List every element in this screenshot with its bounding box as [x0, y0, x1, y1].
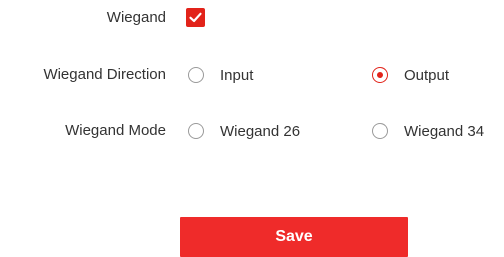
wiegand-direction-label: Wiegand Direction — [43, 66, 166, 83]
radio-circle-icon — [188, 67, 204, 83]
mode-wiegand34-radio[interactable]: Wiegand 34 — [372, 120, 484, 142]
wiegand-label: Wiegand — [106, 9, 166, 26]
direction-input-label: Input — [220, 66, 254, 84]
direction-input-radio[interactable]: Input — [188, 64, 253, 86]
radio-selected-icon — [372, 67, 388, 83]
mode-wiegand26-label: Wiegand 26 — [220, 122, 301, 140]
direction-output-label: Output — [404, 66, 450, 84]
mode-wiegand26-radio[interactable]: Wiegand 26 — [188, 120, 300, 142]
direction-output-radio[interactable]: Output — [372, 64, 449, 86]
radio-circle-icon — [188, 123, 204, 139]
wiegand-mode-label: Wiegand Mode — [65, 122, 166, 139]
mode-wiegand34-label: Wiegand 34 — [404, 122, 485, 140]
radio-circle-icon — [372, 123, 388, 139]
checkmark-icon — [189, 12, 202, 23]
save-button[interactable]: Save — [180, 217, 408, 257]
wiegand-enable-checkbox[interactable] — [186, 8, 205, 27]
